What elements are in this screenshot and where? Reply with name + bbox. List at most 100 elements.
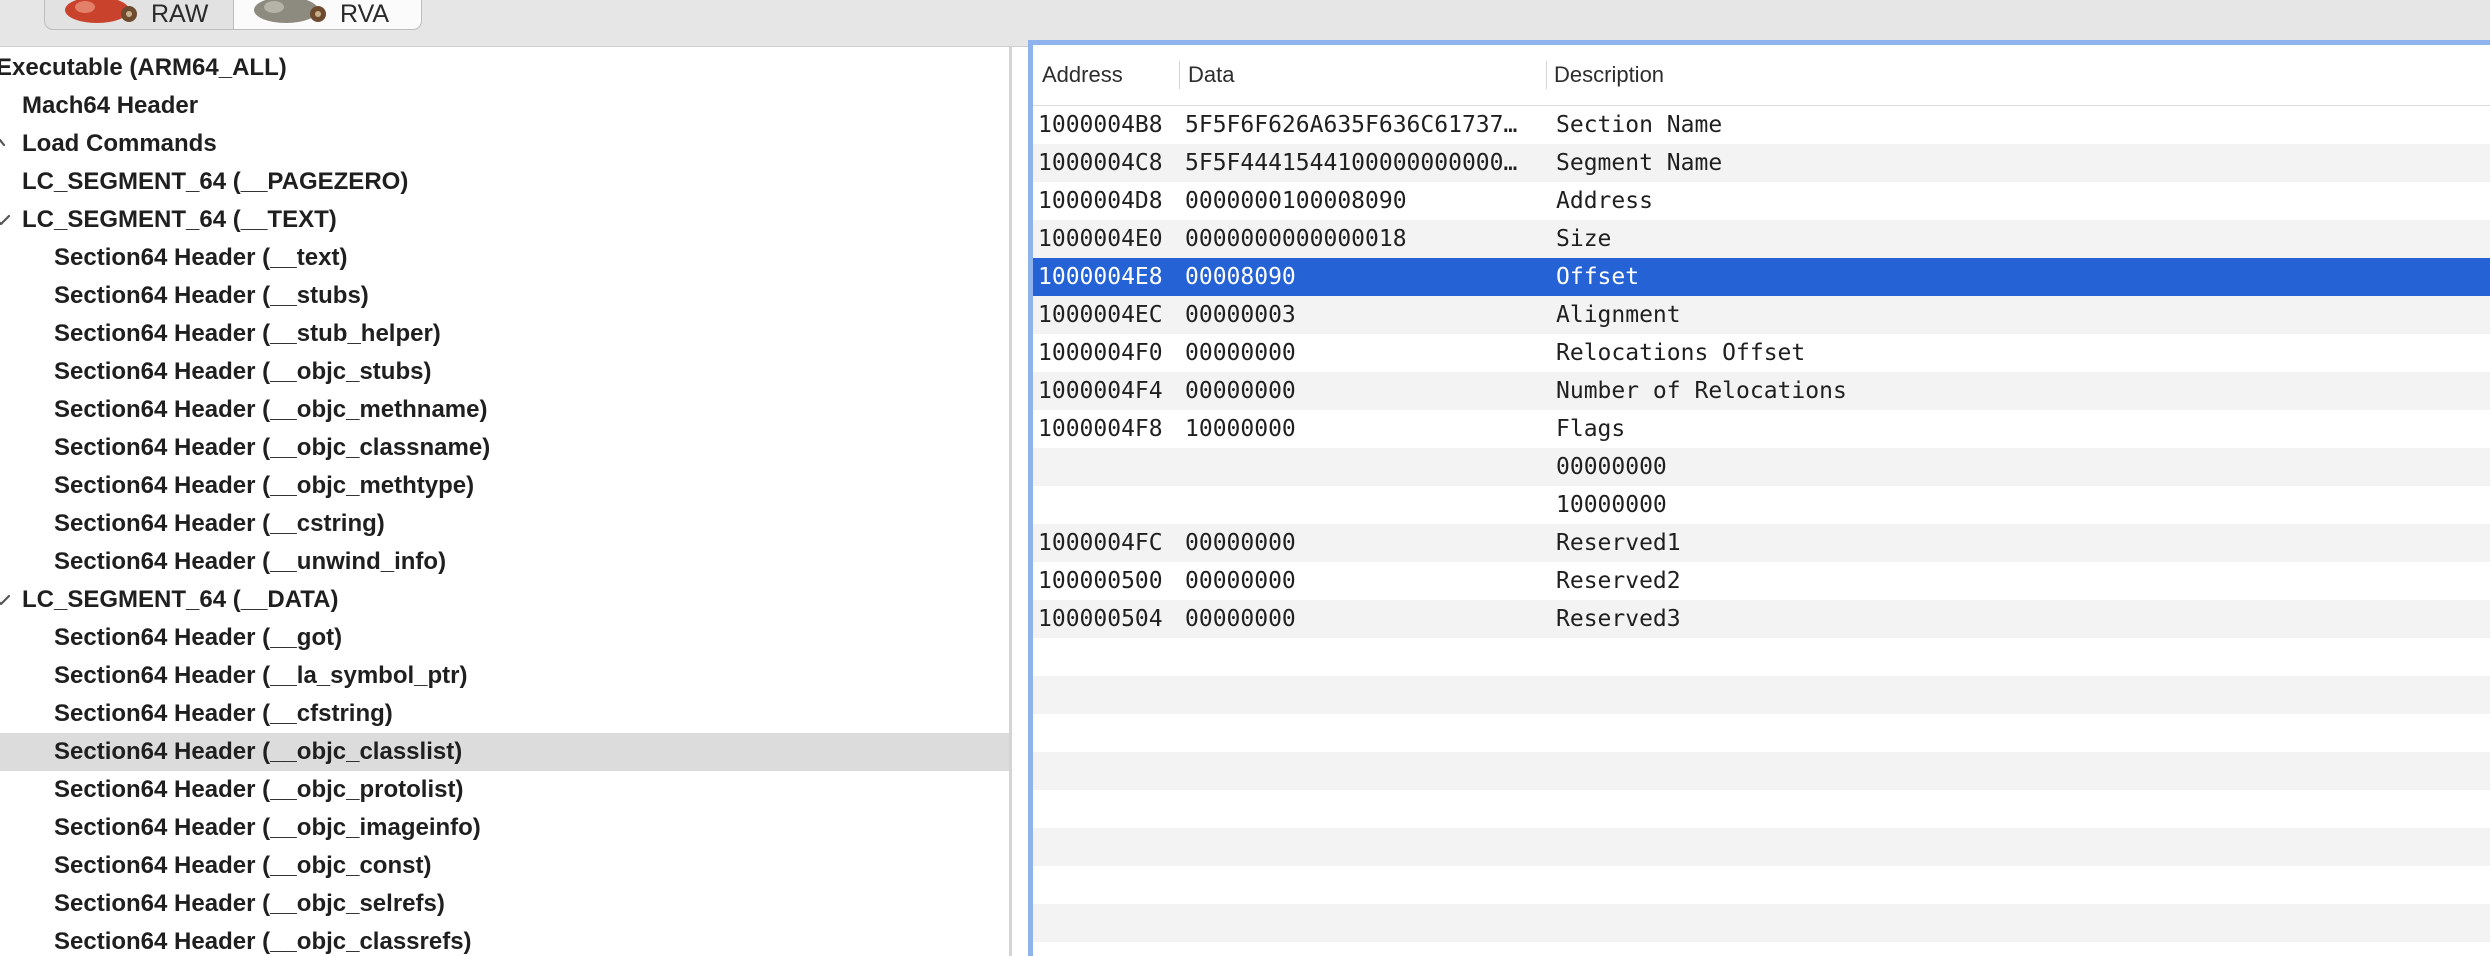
tree-item[interactable]: LC_SEGMENT_64 (__TEXT) [0, 201, 1009, 239]
data-cell: 00000000 [1185, 606, 1296, 632]
column-header-data[interactable]: Data [1188, 45, 1234, 105]
tree-item-label: Executable (ARM64_ALL) [0, 54, 287, 81]
bundle-icon [63, 0, 141, 28]
rva-mode-label: RVA [340, 0, 390, 28]
tree-item[interactable]: Section64 Header (__stub_helper) [0, 315, 1009, 353]
empty-row [1033, 638, 2490, 676]
description-cell: Reserved2 [1556, 568, 1681, 594]
address-cell: 100000500 [1038, 568, 1163, 594]
table-row[interactable]: 10000000 [1033, 486, 2490, 524]
tree-item[interactable]: LC_SEGMENT_64 (__DATA) [0, 581, 1009, 619]
tree-item[interactable]: Section64 Header (__objc_classrefs) [0, 923, 1009, 956]
tree-item[interactable]: Load Commands [0, 125, 1009, 163]
tree-item[interactable]: Section64 Header (__cfstring) [0, 695, 1009, 733]
empty-row [1033, 866, 2490, 904]
address-cell: 1000004F0 [1038, 340, 1163, 366]
tree-item-label: Section64 Header (__stubs) [54, 282, 369, 309]
table-row[interactable]: 1000004D8 0000000100008090 Address [1033, 182, 2490, 220]
column-header-address[interactable]: Address [1042, 45, 1123, 105]
address-cell: 1000004C8 [1038, 150, 1163, 176]
tree-item-label: Section64 Header (__cstring) [54, 510, 385, 537]
address-cell: 1000004FC [1038, 530, 1163, 556]
table-row[interactable]: 1000004EC 00000003 Alignment [1033, 296, 2490, 334]
tree-item[interactable]: Section64 Header (__stubs) [0, 277, 1009, 315]
tree-item-label: Section64 Header (__text) [54, 244, 348, 271]
tree-item-label: Section64 Header (__objc_methname) [54, 396, 488, 423]
tree-item-label: Section64 Header (__got) [54, 624, 343, 651]
description-cell: 10000000 [1556, 492, 1667, 518]
table-row[interactable]: 1000004B8 5F5F6F626A635F636C61737… Section… [1033, 106, 2490, 144]
raw-mode-label: RAW [151, 0, 209, 28]
tree-item[interactable]: Section64 Header (__la_symbol_ptr) [0, 657, 1009, 695]
table-row[interactable]: 1000004E0 0000000000000018 Size [1033, 220, 2490, 258]
address-cell: 100000504 [1038, 606, 1163, 632]
tree-item[interactable]: Mach64 Header [0, 87, 1009, 125]
tree-item[interactable]: Section64 Header (__objc_stubs) [0, 353, 1009, 391]
column-separator[interactable] [1179, 61, 1180, 89]
tree-item[interactable]: Section64 Header (__cstring) [0, 505, 1009, 543]
tree-item-label: Section64 Header (__objc_selrefs) [54, 890, 445, 917]
tree-item-label: Section64 Header (__objc_stubs) [54, 358, 432, 385]
description-cell: Offset [1556, 264, 1640, 290]
details-table[interactable]: Address Data Description 1000004B8 5F5F6F… [1028, 40, 2490, 956]
structure-outline[interactable]: Executable (ARM64_ALL) Mach64 Header Load … [0, 47, 1009, 956]
address-cell: 1000004EC [1038, 302, 1163, 328]
tree-item[interactable]: Section64 Header (__objc_protolist) [0, 771, 1009, 809]
table-row[interactable]: 00000000 [1033, 448, 2490, 486]
tree-item-label: Section64 Header (__objc_classname) [54, 434, 491, 461]
column-header-description[interactable]: Description [1554, 45, 1664, 105]
data-cell: 00000000 [1185, 340, 1296, 366]
tree-item[interactable]: Executable (ARM64_ALL) [0, 49, 1009, 87]
empty-row [1033, 790, 2490, 828]
description-cell: Flags [1556, 416, 1626, 442]
table-row[interactable]: 1000004C8 5F5F4441544100000000000… Segment… [1033, 144, 2490, 182]
tree-item-label: Section64 Header (__unwind_info) [54, 548, 447, 575]
empty-row [1033, 752, 2490, 790]
tree-item-label: LC_SEGMENT_64 (__PAGEZERO) [22, 168, 409, 195]
table-row[interactable]: 1000004FC 00000000 Reserved1 [1033, 524, 2490, 562]
tree-item[interactable]: Section64 Header (__objc_methtype) [0, 467, 1009, 505]
tree-item[interactable]: Section64 Header (__text) [0, 239, 1009, 277]
data-cell: 00008090 [1185, 264, 1296, 290]
address-cell: 1000004E0 [1038, 226, 1163, 252]
tree-item-label: Section64 Header (__objc_classrefs) [54, 928, 472, 955]
table-row[interactable]: 100000504 00000000 Reserved3 [1033, 600, 2490, 638]
data-cell: 00000000 [1185, 530, 1296, 556]
data-cell: 0000000100008090 [1185, 188, 1407, 214]
tree-item-label: Section64 Header (__objc_classlist) [54, 738, 463, 765]
view-mode-segmented-control: RAW RVA [44, 0, 422, 32]
data-cell: 10000000 [1185, 416, 1296, 442]
raw-mode-button[interactable]: RAW [44, 0, 234, 30]
tree-item[interactable]: Section64 Header (__objc_selrefs) [0, 885, 1009, 923]
description-cell: Address [1556, 188, 1653, 214]
tree-item-label: Section64 Header (__objc_const) [54, 852, 432, 879]
table-row[interactable]: 1000004E8 00008090 Offset [1033, 258, 2490, 296]
table-row[interactable]: 1000004F4 00000000 Number of Relocations [1033, 372, 2490, 410]
empty-row [1033, 904, 2490, 942]
tree-item[interactable]: Section64 Header (__got) [0, 619, 1009, 657]
tree-item[interactable]: Section64 Header (__objc_methname) [0, 391, 1009, 429]
column-separator[interactable] [1546, 61, 1547, 89]
address-cell: 1000004E8 [1038, 264, 1163, 290]
chevron-down-icon[interactable] [0, 201, 10, 239]
tree-item[interactable]: LC_SEGMENT_64 (__PAGEZERO) [0, 163, 1009, 201]
data-cell: 5F5F6F626A635F636C61737… [1185, 112, 1518, 138]
address-cell: 1000004F8 [1038, 416, 1163, 442]
tree-item[interactable]: Section64 Header (__unwind_info) [0, 543, 1009, 581]
table-row[interactable]: 100000500 00000000 Reserved2 [1033, 562, 2490, 600]
tree-item-label: LC_SEGMENT_64 (__DATA) [22, 586, 339, 613]
tree-item[interactable]: Section64 Header (__objc_const) [0, 847, 1009, 885]
tree-item[interactable]: Section64 Header (__objc_classname) [0, 429, 1009, 467]
tree-item[interactable]: Section64 Header (__objc_imageinfo) [0, 809, 1009, 847]
tree-item[interactable]: Section64 Header (__objc_classlist) [0, 733, 1009, 771]
chevron-down-icon[interactable] [0, 125, 18, 163]
chevron-down-icon[interactable] [0, 581, 10, 619]
rva-mode-button[interactable]: RVA [234, 0, 422, 30]
data-cell: 00000000 [1185, 378, 1296, 404]
data-cell: 0000000000000018 [1185, 226, 1407, 252]
tree-item-label: LC_SEGMENT_64 (__TEXT) [22, 206, 337, 233]
table-row[interactable]: 1000004F8 10000000 Flags [1033, 410, 2490, 448]
description-cell: Size [1556, 226, 1612, 252]
tree-item-label: Section64 Header (__objc_methtype) [54, 472, 475, 499]
table-row[interactable]: 1000004F0 00000000 Relocations Offset [1033, 334, 2490, 372]
